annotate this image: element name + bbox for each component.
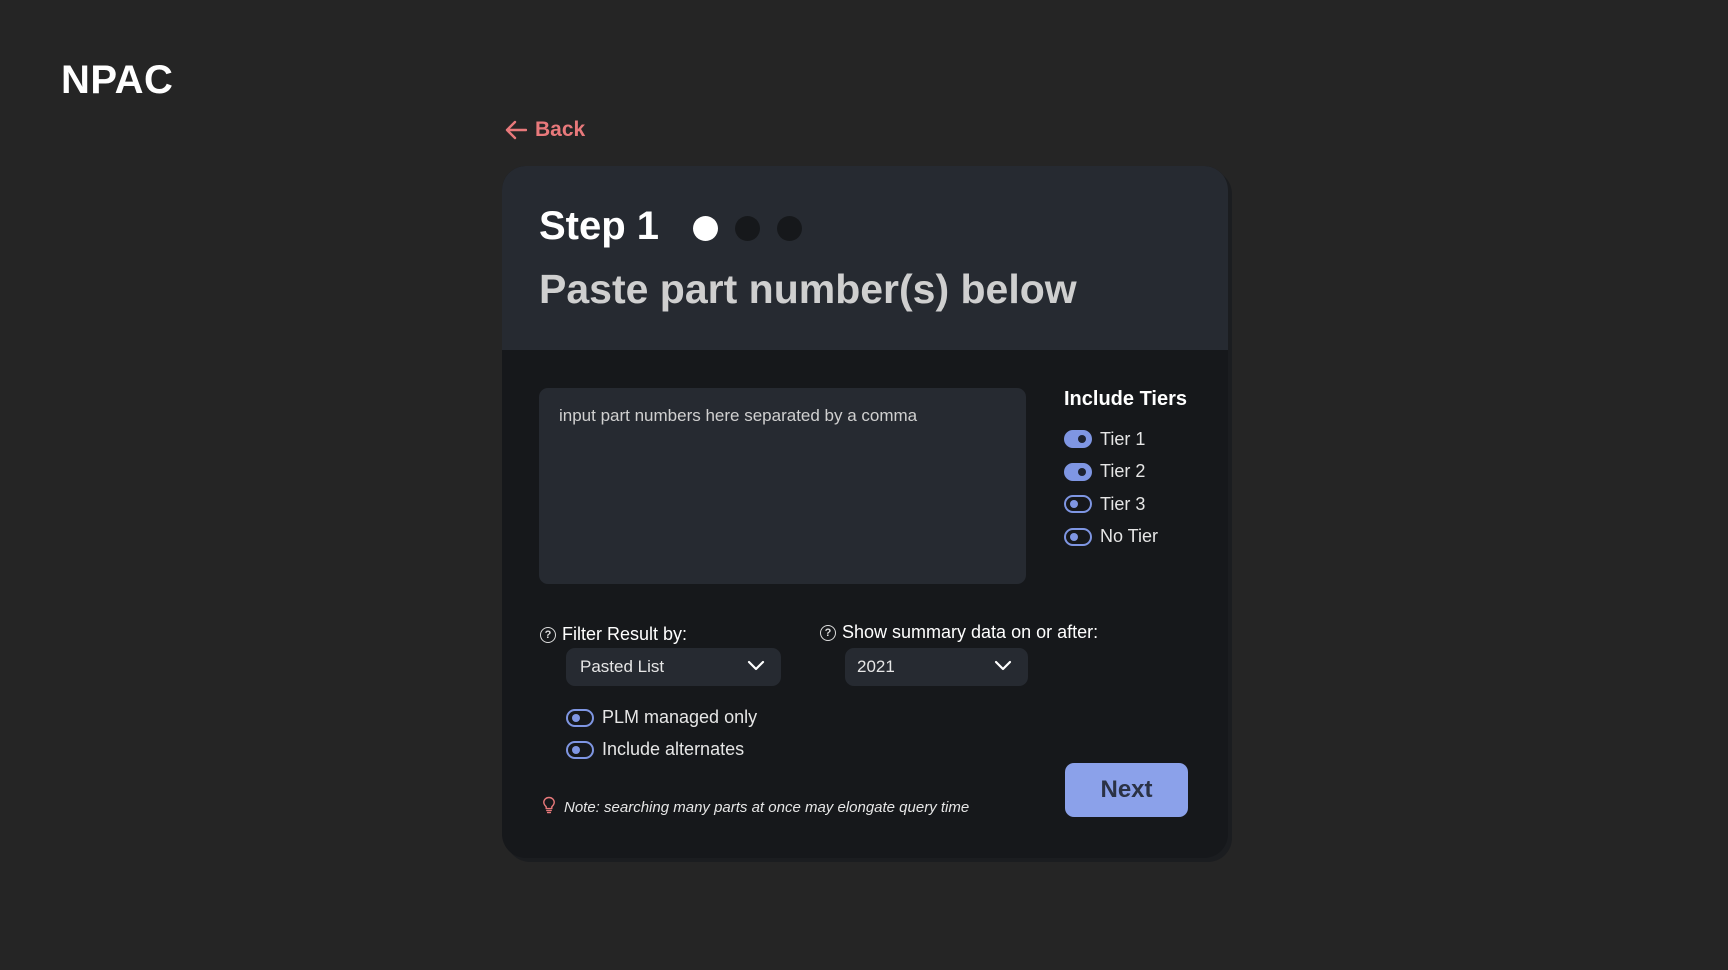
note-text: Note: searching many parts at once may e… <box>564 798 970 816</box>
page: NPAC Back Step 1 Paste part number(s) be… <box>0 0 1728 970</box>
lightbulb-icon <box>542 796 556 818</box>
include-tiers-panel: Include Tiers Tier 1 Tier 2 Tier 3 No Ti… <box>1064 388 1187 559</box>
filter-result-value: Pasted List <box>580 657 665 676</box>
plm-managed-row: PLM managed only <box>566 707 757 728</box>
tier-2-row: Tier 2 <box>1064 461 1187 482</box>
no-tier-toggle[interactable] <box>1064 527 1092 546</box>
tier-2-label: Tier 2 <box>1100 461 1146 481</box>
part-numbers-input[interactable] <box>539 388 1026 584</box>
step-dot-2 <box>735 216 761 241</box>
filter-result-select[interactable]: Pasted List <box>566 648 781 686</box>
next-button[interactable]: Next <box>1065 763 1188 817</box>
step-indicator <box>693 216 803 241</box>
summary-date-label-row: ? Show summary data on or after: <box>820 622 1098 643</box>
tier-3-toggle[interactable] <box>1064 495 1092 513</box>
card-header: Step 1 Paste part number(s) below <box>502 166 1228 350</box>
back-label: Back <box>535 118 586 141</box>
plm-managed-toggle[interactable] <box>566 708 594 727</box>
chevron-down-icon <box>994 657 1012 677</box>
chevron-down-icon <box>747 657 765 677</box>
arrow-left-icon <box>505 120 527 140</box>
include-alternates-label: Include alternates <box>602 739 745 759</box>
step-title: Step 1 <box>539 204 660 248</box>
tier-3-row: Tier 3 <box>1064 494 1187 514</box>
tier-2-toggle[interactable] <box>1064 462 1092 481</box>
tier-1-toggle[interactable] <box>1064 430 1092 448</box>
step-subtitle: Paste part number(s) below <box>539 266 1077 312</box>
summary-year-select[interactable]: 2021 <box>845 648 1028 686</box>
tier-1-row: Tier 1 <box>1064 429 1187 449</box>
summary-year-value: 2021 <box>857 657 895 676</box>
wizard-card: Step 1 Paste part number(s) below Includ… <box>502 166 1228 858</box>
step-dot-3 <box>777 216 803 241</box>
include-alternates-toggle[interactable] <box>566 740 594 759</box>
tier-3-label: Tier 3 <box>1100 493 1146 514</box>
step-row: Step 1 <box>539 204 803 249</box>
tier-1-label: Tier 1 <box>1100 428 1146 449</box>
filter-result-label-row: ? Filter Result by: <box>540 624 687 645</box>
no-tier-label: No Tier <box>1100 526 1159 546</box>
plm-managed-label: PLM managed only <box>602 707 758 727</box>
app-logo: NPAC <box>61 58 174 102</box>
back-link[interactable]: Back <box>505 118 585 142</box>
filter-result-label: Filter Result by: <box>562 624 688 644</box>
step-dot-1 <box>693 216 719 241</box>
summary-date-label: Show summary data on or after: <box>842 622 1099 642</box>
include-tiers-title: Include Tiers <box>1064 388 1188 410</box>
include-alternates-row: Include alternates <box>566 739 744 760</box>
question-circle-icon[interactable]: ? <box>540 626 556 643</box>
query-time-note: Note: searching many parts at once may e… <box>542 796 969 818</box>
question-circle-icon[interactable]: ? <box>820 624 836 641</box>
no-tier-row: No Tier <box>1064 526 1187 547</box>
